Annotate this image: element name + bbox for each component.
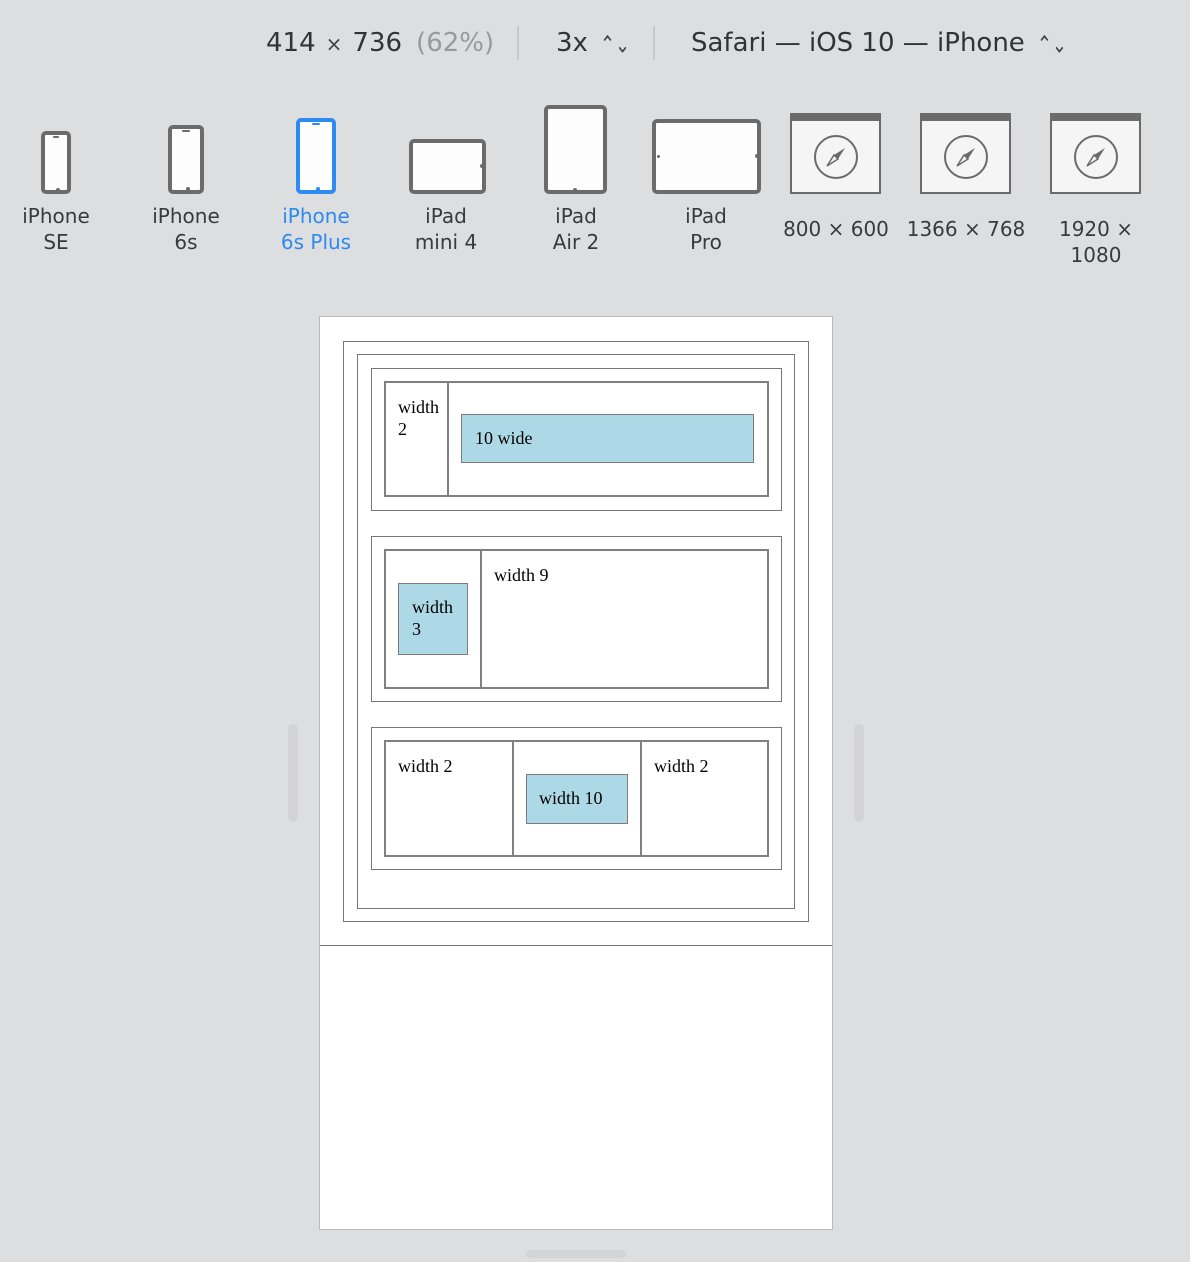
device-label: Air 2	[552, 230, 600, 254]
column-width-10: 10 wide	[447, 381, 769, 497]
device-label: mini 4	[414, 230, 478, 254]
column-width-2: width 2	[384, 381, 449, 497]
device-label: iPhone	[152, 204, 220, 228]
iphone-icon	[296, 118, 336, 194]
speaker-slot	[182, 130, 190, 132]
column-width-10-middle: width 10	[512, 740, 642, 857]
ipad-icon	[544, 105, 607, 194]
device-label: Pro	[690, 230, 722, 254]
device-viewport: width 2 10 wide width 3 width 9 width 2 …	[320, 317, 832, 1229]
content-box: width 3	[398, 583, 468, 655]
column-width-2-left: width 2	[384, 740, 514, 857]
device-label: iPad	[685, 204, 727, 228]
content-box: 10 wide	[461, 414, 754, 463]
compass-icon	[814, 135, 858, 179]
window-titlebar	[922, 115, 1009, 121]
home-button	[56, 188, 60, 192]
viewport-height: 736	[352, 28, 403, 58]
viewport-width: 414	[266, 28, 316, 58]
window-titlebar	[792, 115, 879, 121]
column-width-2-right: width 2	[640, 740, 769, 857]
pixel-ratio-select[interactable]: 3x ⌃⌄	[556, 28, 631, 60]
left-resize-handle[interactable]	[288, 724, 298, 822]
box-label: width 3	[412, 597, 454, 639]
iphone-icon	[168, 125, 204, 194]
home-button	[573, 188, 577, 192]
device-label: iPad	[555, 204, 597, 228]
toolbar-divider	[517, 26, 519, 60]
device-label: iPhone	[282, 204, 350, 228]
safari-window-icon	[790, 113, 881, 194]
column-label: width 2	[398, 756, 453, 776]
box-label: width 10	[539, 788, 603, 808]
viewport-dimensions: 414 × 736 (62%)	[266, 28, 494, 58]
home-button	[480, 164, 484, 168]
content-box: width 10	[526, 774, 628, 824]
column-width-3: width 3	[384, 549, 482, 689]
pixel-ratio-value: 3x	[556, 28, 588, 58]
column-label: width 9	[494, 565, 549, 585]
column-label: width 2	[398, 397, 440, 439]
device-label: 6s Plus	[280, 230, 352, 254]
up-down-chevron-icon: ⌃⌄	[599, 31, 631, 60]
times-sign: ×	[325, 32, 343, 56]
ipad-landscape-icon	[409, 139, 486, 194]
device-presets: iPhone SE iPhone 6s iPhone 6s Plus iPad …	[0, 100, 1190, 270]
home-button	[316, 187, 320, 191]
compass-icon	[944, 135, 988, 179]
device-label: 800 × 600	[783, 217, 889, 241]
responsive-toolbar: 414 × 736 (62%) 3x ⌃⌄ Safari — iOS 10 — iPho…	[0, 0, 1190, 90]
zoom-percent: (62%)	[416, 28, 495, 58]
user-agent-value: Safari — iOS 10 — iPhone	[691, 28, 1025, 58]
home-button	[755, 154, 759, 158]
home-button	[186, 187, 190, 191]
user-agent-select[interactable]: Safari — iOS 10 — iPhone ⌃⌄	[691, 28, 1067, 60]
window-titlebar	[1052, 115, 1139, 121]
iphone-icon	[41, 131, 71, 194]
compass-icon	[1074, 135, 1118, 179]
device-label: 1366 × 768	[906, 217, 1026, 241]
bottom-resize-handle[interactable]	[526, 1250, 626, 1258]
device-label: 6s	[174, 230, 198, 254]
column-width-9: width 9	[480, 549, 769, 689]
right-resize-handle[interactable]	[854, 724, 864, 822]
toolbar-divider	[653, 26, 655, 60]
page-fold-line	[320, 945, 832, 946]
up-down-chevron-icon: ⌃⌄	[1036, 31, 1067, 60]
box-label: 10 wide	[475, 428, 533, 448]
device-label: SE	[43, 230, 69, 254]
safari-window-icon	[920, 113, 1011, 194]
device-label: iPad	[425, 204, 467, 228]
safari-window-icon	[1050, 113, 1141, 194]
camera-dot	[657, 155, 660, 158]
device-label: 1920 × 1080	[1058, 217, 1133, 267]
ipad-landscape-icon	[652, 119, 761, 194]
device-label: iPhone	[22, 204, 90, 228]
column-label: width 2	[654, 756, 709, 776]
speaker-slot	[312, 123, 320, 125]
speaker-slot	[53, 136, 59, 138]
